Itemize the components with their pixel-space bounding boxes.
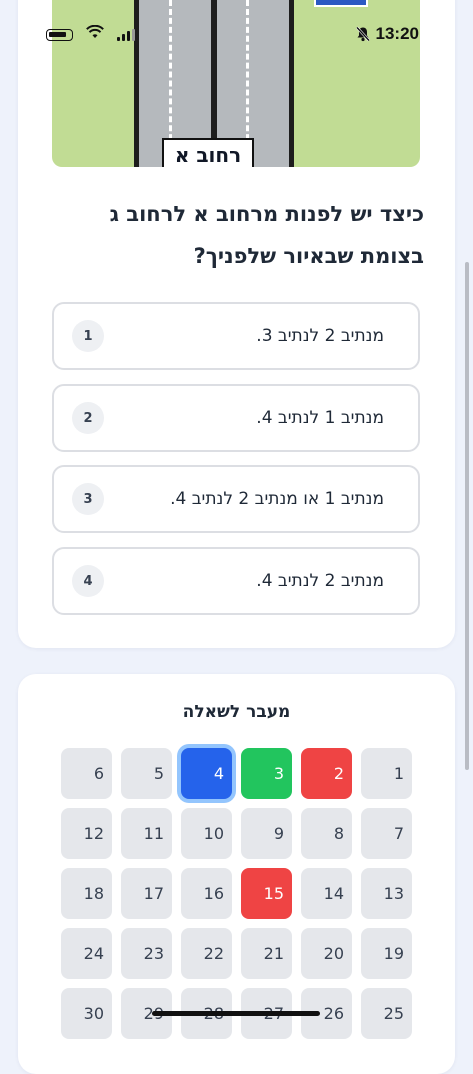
question-nav-button-18[interactable]: 18	[61, 868, 112, 919]
question-nav-button-9[interactable]: 9	[241, 808, 292, 859]
option-number: 4	[72, 565, 104, 597]
question-nav-button-3[interactable]: 3	[241, 748, 292, 799]
question-nav-button-21[interactable]: 21	[241, 928, 292, 979]
option-text: מנתיב 2 לנתיב 3.	[256, 326, 384, 346]
option-number: 2	[72, 402, 104, 434]
home-indicator	[152, 1011, 320, 1016]
navigation-title: מעבר לשאלה	[182, 702, 291, 722]
signal-icon	[117, 29, 139, 41]
question-nav-button-2[interactable]: 2	[301, 748, 352, 799]
option-text: מנתיב 1 לנתיב 4.	[256, 408, 384, 428]
question-nav-button-4[interactable]: 4	[181, 748, 232, 799]
wifi-icon	[86, 24, 104, 43]
question-nav-button-8[interactable]: 8	[301, 808, 352, 859]
question-nav-button-1[interactable]: 1	[361, 748, 412, 799]
question-nav-button-11[interactable]: 11	[121, 808, 172, 859]
status-time: 13:20	[375, 24, 419, 43]
question-nav-button-16[interactable]: 16	[181, 868, 232, 919]
question-nav-button-25[interactable]: 25	[361, 988, 412, 1039]
question-nav-button-5[interactable]: 5	[121, 748, 172, 799]
question-nav-button-15[interactable]: 15	[241, 868, 292, 919]
battery-icon	[46, 29, 73, 41]
question-nav-button-12[interactable]: 12	[61, 808, 112, 859]
option-text: מנתיב 1 או מנתיב 2 לנתיב 4.	[170, 489, 384, 509]
question-nav-button-17[interactable]: 17	[121, 868, 172, 919]
question-nav-button-30[interactable]: 30	[61, 988, 112, 1039]
question-nav-button-7[interactable]: 7	[361, 808, 412, 859]
question-nav-button-20[interactable]: 20	[301, 928, 352, 979]
bell-slash-icon	[355, 26, 371, 46]
answer-option-4[interactable]: 4 מנתיב 2 לנתיב 4.	[52, 547, 420, 615]
question-nav-button-24[interactable]: 24	[61, 928, 112, 979]
answer-option-3[interactable]: 3 מנתיב 1 או מנתיב 2 לנתיב 4.	[52, 465, 420, 533]
question-nav-button-19[interactable]: 19	[361, 928, 412, 979]
question-nav-button-10[interactable]: 10	[181, 808, 232, 859]
question-text: כיצד יש לפנות מרחוב א לרחוב ג בצומת שבאי…	[109, 202, 424, 268]
street-label: רחוב א	[162, 138, 254, 167]
question-nav-button-14[interactable]: 14	[301, 868, 352, 919]
answer-option-1[interactable]: 1 מנתיב 2 לנתיב 3.	[52, 302, 420, 370]
answer-option-2[interactable]: 2 מנתיב 1 לנתיב 4.	[52, 384, 420, 452]
option-number: 1	[72, 320, 104, 352]
road-sign	[314, 0, 368, 7]
option-text: מנתיב 2 לנתיב 4.	[256, 571, 384, 591]
question-nav-button-6[interactable]: 6	[61, 748, 112, 799]
question-nav-button-23[interactable]: 23	[121, 928, 172, 979]
option-number: 3	[72, 483, 104, 515]
question-nav-button-13[interactable]: 13	[361, 868, 412, 919]
question-nav-button-22[interactable]: 22	[181, 928, 232, 979]
scrollbar[interactable]	[465, 262, 469, 770]
